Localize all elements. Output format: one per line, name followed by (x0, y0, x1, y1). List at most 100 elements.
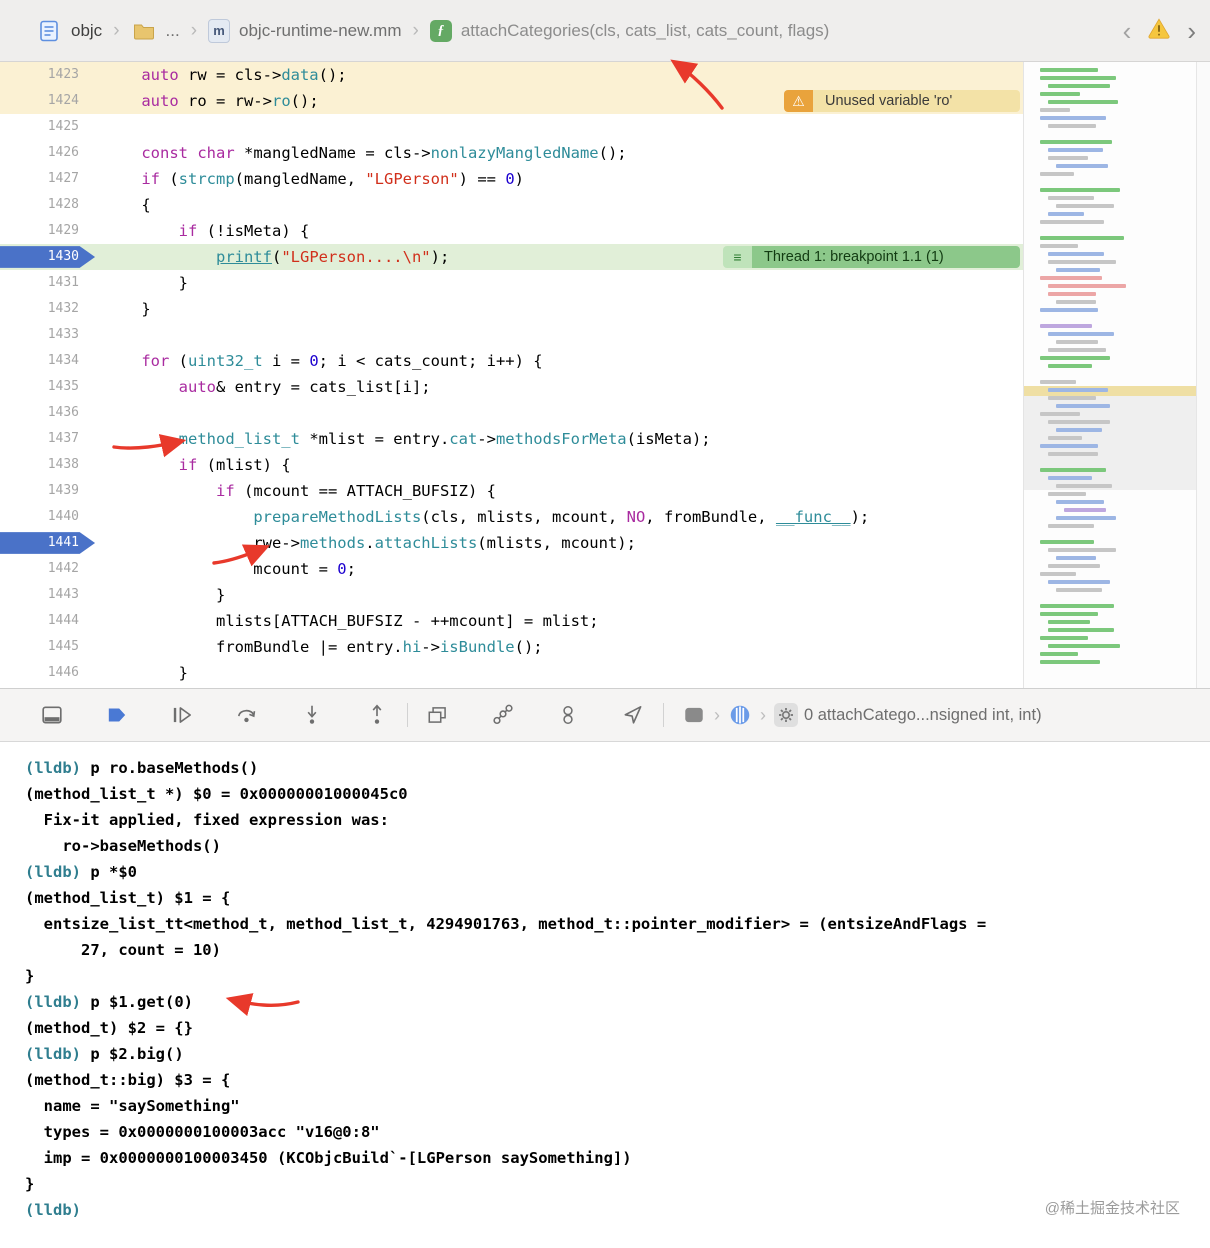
code-line[interactable]: 1441 rwe->methods.attachLists(mlists, mc… (0, 530, 1023, 556)
line-number[interactable]: 1425 (0, 114, 96, 140)
process-badge-icon[interactable] (682, 703, 706, 727)
line-number[interactable]: 1438 (0, 452, 96, 478)
console-output-line[interactable]: } (25, 963, 1210, 989)
console-output-line[interactable]: (method_t::big) $3 = { (25, 1067, 1210, 1093)
code-line[interactable]: 1436 (0, 400, 1023, 426)
line-number[interactable]: 1439 (0, 478, 96, 504)
code-text[interactable]: auto ro = rw->ro(); (96, 88, 318, 114)
console-command-line[interactable]: (lldb) p *$0 (25, 859, 1210, 885)
code-line[interactable]: 1432 } (0, 296, 1023, 322)
line-number[interactable]: 1424 (0, 88, 96, 114)
line-number[interactable]: 1436 (0, 400, 96, 426)
line-number[interactable]: 1446 (0, 660, 96, 686)
code-line[interactable]: 1438 if (mlist) { (0, 452, 1023, 478)
line-number[interactable]: 1444 (0, 608, 96, 634)
console-output-line[interactable]: Fix-it applied, fixed expression was: (25, 807, 1210, 833)
code-line[interactable]: 1431 } (0, 270, 1023, 296)
breadcrumb-file[interactable]: objc-runtime-new.mm (239, 21, 402, 41)
code-line[interactable]: 1446 } (0, 660, 1023, 686)
code-line[interactable]: 1430 printf("LGPerson....\n"); ≡ Thread 1:… (0, 244, 1023, 270)
code-line[interactable]: 1439 if (mcount == ATTACH_BUFSIZ) { (0, 478, 1023, 504)
console-command-line[interactable]: (lldb) p ro.baseMethods() (25, 755, 1210, 781)
line-number[interactable]: 1428 (0, 192, 96, 218)
back-button[interactable]: ‹ (1123, 18, 1132, 44)
code-text[interactable]: for (uint32_t i = 0; i < cats_count; i++… (96, 348, 542, 374)
console-output-line[interactable]: 27, count = 10) (25, 937, 1210, 963)
code-text[interactable]: if (strcmp(mangledName, "LGPerson") == 0… (96, 166, 524, 192)
lldb-console[interactable]: (lldb) p ro.baseMethods() (method_list_t … (0, 742, 1210, 1246)
code-text[interactable]: if (!isMeta) { (96, 218, 310, 244)
console-output-line[interactable]: name = "saySomething" (25, 1093, 1210, 1119)
minimap[interactable] (1023, 62, 1196, 688)
environment-overrides-button[interactable] (556, 703, 580, 727)
code-line[interactable]: 1428 { (0, 192, 1023, 218)
code-text[interactable] (96, 322, 104, 348)
code-text[interactable] (96, 114, 104, 140)
code-text[interactable]: { (96, 192, 150, 218)
project-icon[interactable] (36, 18, 62, 44)
line-number[interactable]: 1445 (0, 634, 96, 660)
code-line[interactable]: 1426 const char *mangledName = cls->nonl… (0, 140, 1023, 166)
code-text[interactable]: mcount = 0; (96, 556, 356, 582)
thread-badge-icon[interactable] (728, 703, 752, 727)
code-line[interactable]: 1440 prepareMethodLists(cls, mlists, mco… (0, 504, 1023, 530)
frame-gear-icon[interactable] (774, 703, 798, 727)
console-output-line[interactable]: types = 0x0000000100003acc "v16@0:8" (25, 1119, 1210, 1145)
debug-view-hierarchy-button[interactable] (426, 703, 450, 727)
code-text[interactable]: } (96, 270, 188, 296)
vertical-scrollbar[interactable] (1196, 62, 1210, 688)
code-text[interactable]: printf("LGPerson....\n"); (96, 244, 449, 270)
line-number[interactable]: 1437 (0, 426, 96, 452)
inline-warning[interactable]: ⚠ Unused variable 'ro' (784, 90, 1020, 112)
code-text[interactable]: } (96, 296, 150, 322)
code-line[interactable]: 1429 if (!isMeta) { (0, 218, 1023, 244)
code-text[interactable]: } (96, 660, 188, 686)
line-number[interactable]: 1435 (0, 374, 96, 400)
code-text[interactable] (96, 400, 104, 426)
code-text[interactable]: prepareMethodLists(cls, mlists, mcount, … (96, 504, 869, 530)
console-command-line[interactable]: (lldb) p $2.big() (25, 1041, 1210, 1067)
line-number[interactable]: 1429 (0, 218, 96, 244)
function-icon[interactable]: ƒ (429, 19, 452, 42)
breakpoint-marker[interactable]: 1430 (0, 246, 96, 268)
code-line[interactable]: 1425 (0, 114, 1023, 140)
line-number[interactable]: 1426 (0, 140, 96, 166)
forward-button[interactable]: › (1187, 18, 1196, 44)
console-command-line[interactable]: (lldb) (25, 1197, 1210, 1223)
code-line[interactable]: 1442 mcount = 0; (0, 556, 1023, 582)
console-output-line[interactable]: ro->baseMethods() (25, 833, 1210, 859)
code-line[interactable]: 1423 auto rw = cls->data(); (0, 62, 1023, 88)
code-line[interactable]: 1434 for (uint32_t i = 0; i < cats_count… (0, 348, 1023, 374)
console-command-line[interactable]: (lldb) p $1.get(0) (25, 989, 1210, 1015)
line-number[interactable]: 1432 (0, 296, 96, 322)
line-number[interactable]: 1442 (0, 556, 96, 582)
line-number[interactable]: 1443 (0, 582, 96, 608)
simulate-location-button[interactable] (621, 703, 645, 727)
line-number[interactable]: 1433 (0, 322, 96, 348)
console-output-line[interactable]: (method_list_t *) $0 = 0x00000001000045c… (25, 781, 1210, 807)
console-output-line[interactable]: entsize_list_tt<method_t, method_list_t,… (25, 911, 1210, 937)
code-text[interactable]: mlists[ATTACH_BUFSIZ - ++mcount] = mlist… (96, 608, 599, 634)
code-text[interactable]: auto& entry = cats_list[i]; (96, 374, 431, 400)
code-text[interactable]: if (mcount == ATTACH_BUFSIZ) { (96, 478, 496, 504)
code-text[interactable]: const char *mangledName = cls->nonlazyMa… (96, 140, 626, 166)
breakpoints-toggle-button[interactable] (105, 703, 129, 727)
warning-triangle-icon[interactable] (1147, 17, 1171, 44)
code-pane[interactable]: 1423 auto rw = cls->data(); 1424 auto ro … (0, 62, 1023, 688)
step-into-button[interactable] (300, 703, 324, 727)
code-text[interactable]: method_list_t *mlist = entry.cat->method… (96, 426, 711, 452)
breadcrumb-folder[interactable]: ... (166, 21, 180, 41)
code-line[interactable]: 1424 auto ro = rw->ro(); ⚠ Unused variable… (0, 88, 1023, 114)
breakpoint-annotation[interactable]: ≡ Thread 1: breakpoint 1.1 (1) (723, 246, 1020, 268)
step-out-button[interactable] (365, 703, 389, 727)
code-line[interactable]: 1427 if (strcmp(mangledName, "LGPerson")… (0, 166, 1023, 192)
memory-graph-button[interactable] (491, 703, 515, 727)
line-number[interactable]: 1431 (0, 270, 96, 296)
code-line[interactable]: 1444 mlists[ATTACH_BUFSIZ - ++mcount] = … (0, 608, 1023, 634)
console-output-line[interactable]: } (25, 1171, 1210, 1197)
code-line[interactable]: 1443 } (0, 582, 1023, 608)
line-number[interactable]: 1423 (0, 62, 96, 88)
code-line[interactable]: 1435 auto& entry = cats_list[i]; (0, 374, 1023, 400)
console-output-line[interactable]: (method_list_t) $1 = { (25, 885, 1210, 911)
code-line[interactable]: 1437 method_list_t *mlist = entry.cat->m… (0, 426, 1023, 452)
